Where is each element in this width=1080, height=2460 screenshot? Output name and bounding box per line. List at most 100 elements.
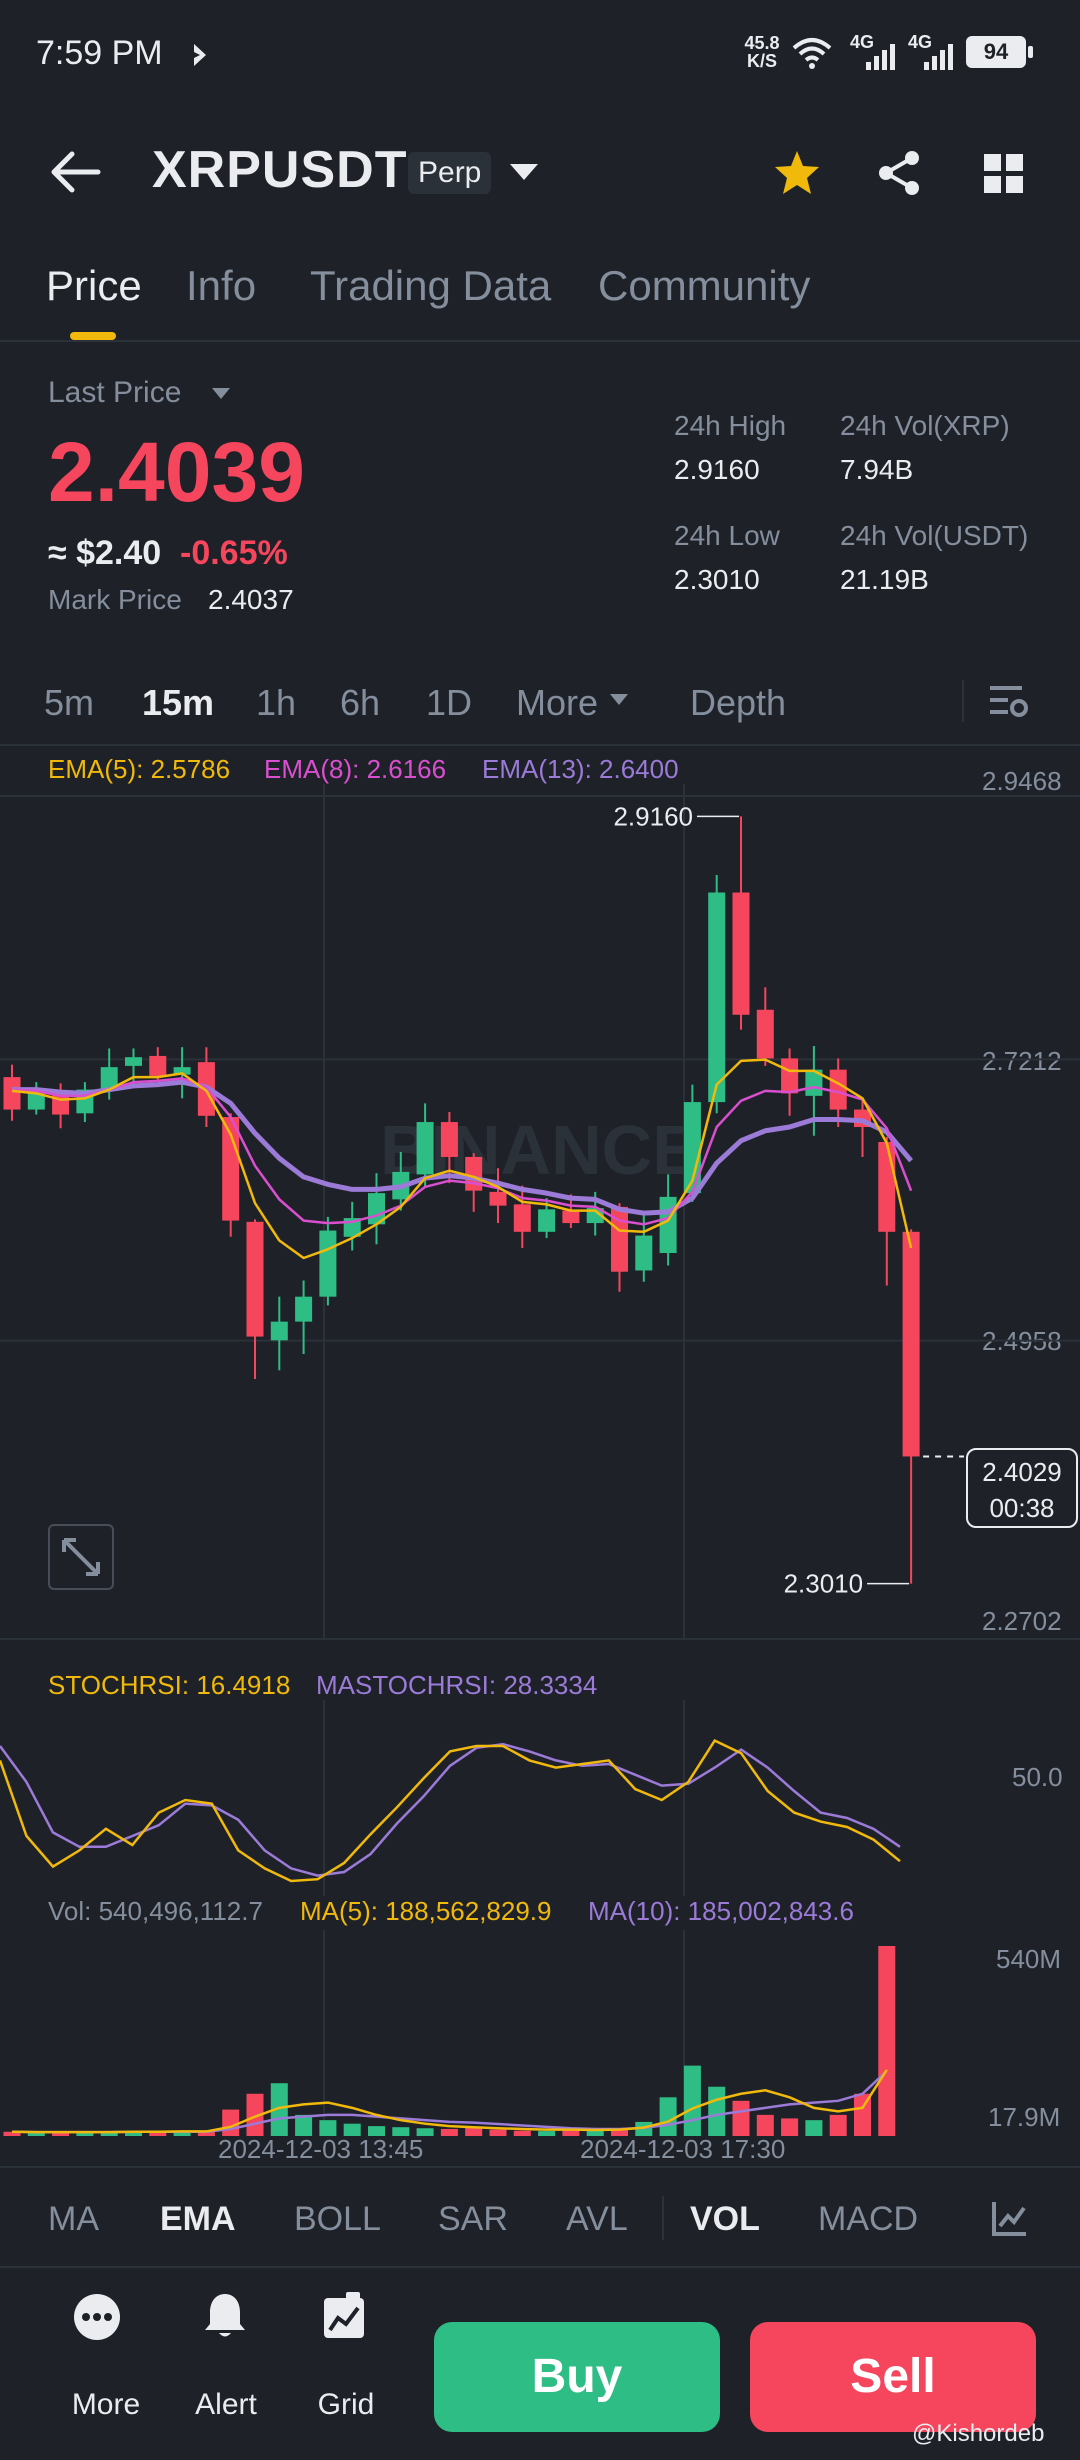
tab-community[interactable]: Community <box>598 262 810 310</box>
favorite-star-icon[interactable] <box>772 148 822 198</box>
candle-body <box>708 892 726 1103</box>
indicator-macd[interactable]: MACD <box>818 2200 918 2239</box>
stochrsi-line <box>0 1738 901 1883</box>
battery-tip <box>1028 46 1033 58</box>
grid-bot-icon <box>324 2292 364 2338</box>
indicator-boll[interactable]: BOLL <box>294 2200 381 2239</box>
price-change: -0.65% <box>180 534 288 572</box>
tab-price[interactable]: Price <box>46 262 142 310</box>
vol-usdt-label: 24h Vol(USDT) <box>840 520 1029 551</box>
symbol-dropdown-icon[interactable] <box>508 160 540 184</box>
candle-body <box>125 1057 142 1066</box>
candle-body <box>3 1077 21 1110</box>
wifi-icon <box>792 38 832 69</box>
candlestick-chart[interactable]: BINANCE 2.91602.3010 <box>0 784 1080 1638</box>
interval-more[interactable]: More <box>516 682 598 724</box>
battery-icon: 94 <box>966 36 1026 68</box>
alert-button[interactable] <box>202 2290 248 2345</box>
more-menu-button[interactable] <box>72 2292 138 2347</box>
status-bar: 7:59 PM 45.8 K/S 4G 4G 94 <box>0 0 1080 110</box>
back-arrow-icon[interactable] <box>48 150 102 194</box>
tab-info[interactable]: Info <box>186 262 256 310</box>
low-value: 2.3010 <box>674 564 760 595</box>
usd-equivalent: ≈ $2.40 <box>48 534 162 572</box>
volume-bar <box>222 2109 240 2136</box>
candle-body <box>732 892 750 1015</box>
more-dropdown-icon[interactable] <box>608 692 630 708</box>
interval-15m[interactable]: 15m <box>142 682 214 724</box>
indicator-divider <box>0 2166 1080 2168</box>
grid-label[interactable]: Grid <box>296 2388 396 2422</box>
vol-ma10-legend: MA(10): 185,002,843.6 <box>588 1896 854 1926</box>
indicator-separator <box>662 2196 664 2240</box>
volume-bar <box>805 2120 823 2136</box>
expand-icon <box>62 1538 100 1576</box>
last-price: 2.4039 <box>48 425 305 519</box>
volume-bar <box>829 2114 847 2136</box>
mastochrsi-line <box>0 1742 901 1877</box>
vol-ma5-legend: MA(5): 188,562,829.9 <box>300 1896 552 1926</box>
indicator-ema[interactable]: EMA <box>160 2200 236 2239</box>
candle-body <box>416 1122 434 1175</box>
vol-xrp-value: 7.94B <box>840 454 914 485</box>
volume-bar <box>756 2114 774 2136</box>
indicator-avl[interactable]: AVL <box>566 2200 628 2239</box>
more-label[interactable]: More <box>56 2388 156 2422</box>
grid-menu-icon[interactable] <box>982 152 1026 196</box>
perp-badge: Perp <box>408 152 492 194</box>
volume-bar <box>878 1946 896 2136</box>
interval-1h[interactable]: 1h <box>256 682 296 724</box>
interval-6h[interactable]: 6h <box>340 682 380 724</box>
volume-bar <box>708 2086 726 2136</box>
share-icon[interactable] <box>874 148 924 198</box>
candle-body <box>781 1058 799 1094</box>
candle-body <box>149 1055 167 1076</box>
interval-1d[interactable]: 1D <box>426 682 472 724</box>
volume-bar <box>562 2130 580 2136</box>
interval-5m[interactable]: 5m <box>44 682 94 724</box>
sell-button[interactable]: Sell <box>750 2322 1036 2432</box>
candle-body <box>246 1221 264 1337</box>
bell-icon <box>205 2294 245 2337</box>
signal-icon <box>924 44 953 70</box>
indicator-sar[interactable]: SAR <box>438 2200 508 2239</box>
indicator-vol[interactable]: VOL <box>690 2200 760 2239</box>
grid-button[interactable] <box>322 2290 366 2345</box>
volume-chart <box>3 1930 896 2136</box>
low-marker-label: 2.3010 <box>784 1569 864 1599</box>
last-price-label[interactable]: Last Price <box>48 376 181 410</box>
volume-bar <box>732 2100 750 2136</box>
last-price-dropdown-icon[interactable] <box>210 386 232 402</box>
alert-label[interactable]: Alert <box>176 2388 276 2422</box>
depth-tab[interactable]: Depth <box>690 682 786 724</box>
candle-body <box>562 1210 580 1224</box>
tab-trading-data[interactable]: Trading Data <box>310 262 551 310</box>
ema13-legend: EMA(13): 2.6400 <box>482 754 679 784</box>
candle-body <box>878 1141 896 1232</box>
active-tab-indicator <box>70 332 116 340</box>
candle-body <box>295 1296 313 1322</box>
time-axis-label: 2024-12-03 17:30 <box>580 2134 786 2164</box>
net-speed: 45.8 K/S <box>744 33 780 71</box>
indicator-settings-icon[interactable] <box>990 2198 1030 2238</box>
indicator-ma[interactable]: MA <box>48 2200 99 2239</box>
stochrsi-legend: STOCHRSI: 16.4918 <box>48 1670 291 1700</box>
mark-price: 2.4037 <box>208 584 294 615</box>
ema5-legend: EMA(5): 2.5786 <box>48 754 231 784</box>
stochrsi-chart <box>0 1700 901 1896</box>
volume-bar <box>440 2128 458 2136</box>
candle-body <box>635 1235 653 1271</box>
buy-button[interactable]: Buy <box>434 2322 720 2432</box>
vol-usdt-value: 21.19B <box>840 564 929 595</box>
volume-bar <box>465 2127 483 2136</box>
volume-bar <box>538 2131 556 2136</box>
candle-body <box>756 1009 774 1059</box>
fullscreen-button[interactable] <box>48 1524 114 1590</box>
volume-legend: Vol: 540,496,112.7 <box>48 1896 263 1926</box>
more-dots-icon <box>74 2294 120 2340</box>
vol-xrp-label: 24h Vol(XRP) <box>840 410 1010 441</box>
chart-settings-icon[interactable] <box>988 684 1030 720</box>
ema8-legend: EMA(8): 2.6166 <box>264 754 447 784</box>
low-label: 24h Low <box>674 520 780 551</box>
symbol-title[interactable]: XRPUSDT <box>152 140 407 200</box>
